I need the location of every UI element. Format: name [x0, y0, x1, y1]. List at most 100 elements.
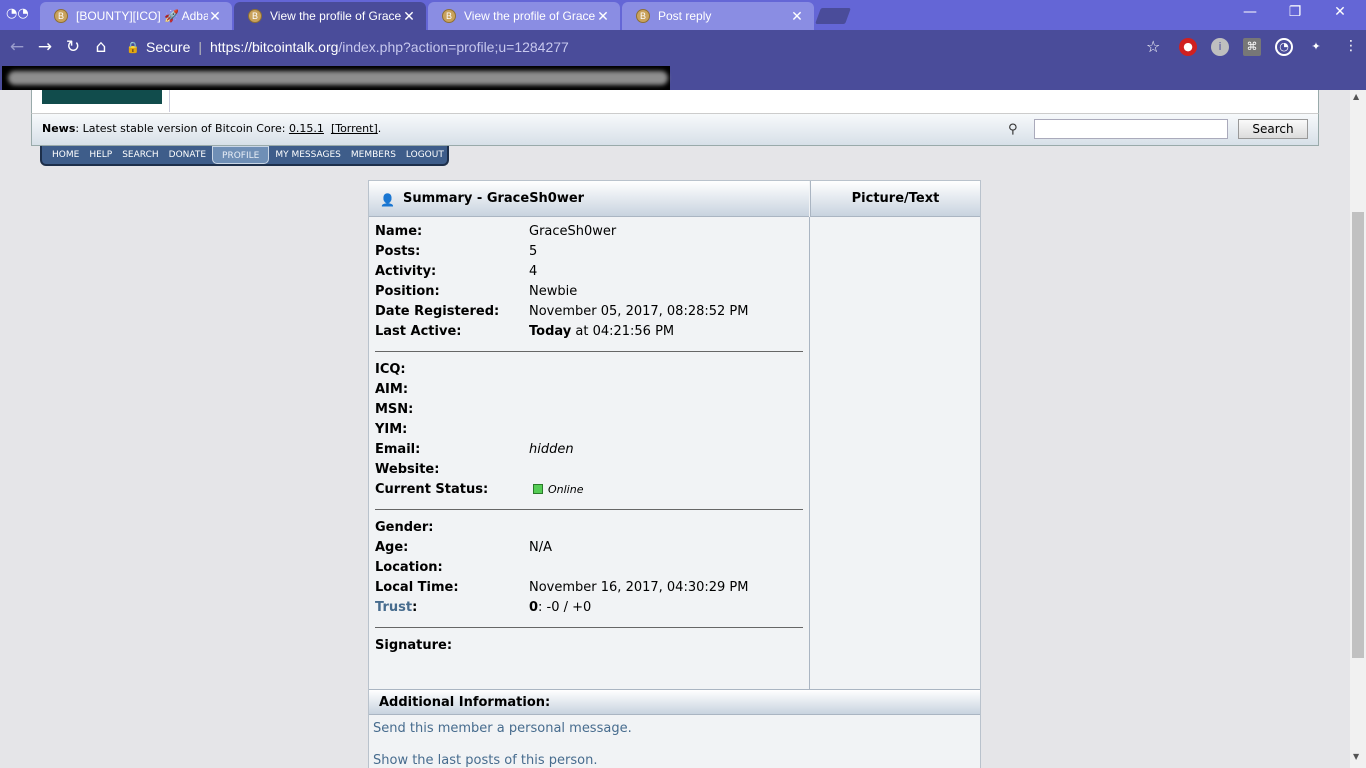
- close-tab-icon[interactable]: ✕: [596, 8, 610, 25]
- back-icon[interactable]: ←: [6, 36, 28, 58]
- incognito-icon: ◔◔: [6, 6, 29, 21]
- menu-members[interactable]: MEMBERS: [346, 150, 401, 160]
- label: MSN:: [375, 402, 414, 417]
- label: Activity:: [375, 264, 437, 279]
- forward-icon[interactable]: →: [34, 36, 56, 58]
- trust-detail: : -0 / +0: [538, 600, 592, 615]
- search-input[interactable]: [1034, 119, 1228, 139]
- menu-logout[interactable]: LOGOUT: [401, 150, 449, 160]
- tab-title: View the profile of Grace: [270, 9, 402, 23]
- magnifier-icon: ⚲: [1008, 122, 1018, 137]
- news-bar: News: Latest stable version of Bitcoin C…: [31, 114, 1319, 146]
- forum-logo[interactable]: [42, 90, 162, 104]
- trust-link[interactable]: Trust: [375, 600, 412, 615]
- show-posts-link[interactable]: Show the last posts of this person.: [373, 753, 597, 768]
- label: Age:: [375, 540, 409, 555]
- close-tab-icon[interactable]: ✕: [208, 8, 222, 25]
- secure-label: Secure: [146, 39, 191, 55]
- user-icon: 👤: [380, 193, 395, 207]
- puzzle-extension-icon[interactable]: ✦: [1307, 38, 1325, 56]
- news-end: .: [377, 122, 382, 135]
- trust-colon: :: [412, 600, 418, 615]
- home-icon[interactable]: ⌂: [90, 36, 112, 58]
- menu-donate[interactable]: DONATE: [164, 150, 211, 160]
- tab-profile-active[interactable]: B View the profile of Grace ✕: [234, 2, 426, 30]
- news-body: : Latest stable version of Bitcoin Core:: [75, 122, 289, 135]
- version-link[interactable]: 0.15.1: [289, 122, 324, 135]
- url-text: https://bitcointalk.org/index.php?action…: [210, 39, 569, 55]
- value: Today at 04:21:56 PM: [529, 322, 674, 342]
- menu-my-messages[interactable]: MY MESSAGES: [270, 150, 346, 160]
- menu-search[interactable]: SEARCH: [117, 150, 163, 160]
- label: Gender:: [375, 520, 434, 535]
- restore-button[interactable]: ❐: [1275, 4, 1315, 24]
- additional-info-header: Additional Information:: [369, 689, 980, 715]
- address-bar[interactable]: 🔒 Secure | https://bitcointalk.org/index…: [118, 34, 1172, 60]
- scroll-thumb[interactable]: [1352, 212, 1364, 658]
- menu-kebab-icon[interactable]: ⋮: [1344, 38, 1358, 54]
- tab-title: [BOUNTY][ICO] 🚀 Adba: [76, 9, 208, 23]
- pdf-extension-icon[interactable]: ⌘: [1243, 38, 1261, 56]
- speed-extension-icon[interactable]: ◔: [1275, 38, 1293, 56]
- scroll-down-icon[interactable]: ▼: [1353, 752, 1359, 761]
- address-separator: |: [198, 39, 202, 55]
- tab-title: Post reply: [658, 9, 712, 23]
- news-label: News: [42, 122, 76, 135]
- status-text: Online: [548, 483, 584, 496]
- bookmarks-bar: [0, 64, 1366, 90]
- column-divider: [809, 217, 810, 689]
- info-extension-icon[interactable]: i: [1211, 38, 1229, 56]
- bitcoin-favicon-icon: B: [54, 9, 68, 23]
- torrent-link[interactable]: [Torrent]: [331, 122, 378, 135]
- label: Local Time:: [375, 580, 459, 595]
- trust-score: 0: [529, 600, 539, 615]
- value: GraceSh0wer: [529, 224, 617, 239]
- lock-icon: 🔒: [126, 41, 140, 54]
- adblock-extension-icon[interactable]: ●: [1179, 38, 1197, 56]
- label: Date Registered:: [375, 304, 500, 319]
- label: YIM:: [375, 422, 408, 437]
- tab-profile[interactable]: B View the profile of Grace ✕: [428, 2, 620, 30]
- bitcoin-favicon-icon: B: [442, 9, 456, 23]
- redacted-bookmarks: [2, 66, 670, 90]
- online-status-icon: [533, 484, 543, 494]
- tab-bounty[interactable]: B [BOUNTY][ICO] 🚀 Adba ✕: [40, 2, 232, 30]
- minimize-button[interactable]: —: [1230, 4, 1270, 24]
- menu-profile[interactable]: PROFILE: [212, 146, 270, 164]
- last-active-time: at 04:21:56 PM: [571, 324, 675, 339]
- send-pm-link[interactable]: Send this member a personal message.: [373, 721, 632, 736]
- menu-home[interactable]: HOME: [47, 150, 84, 160]
- browser-tab-strip: ◔◔ B [BOUNTY][ICO] 🚀 Adba ✕ B View the p…: [0, 0, 1366, 30]
- value: Online: [533, 480, 583, 500]
- page-scrollbar[interactable]: ▲ ▼: [1350, 90, 1366, 768]
- reload-icon[interactable]: ↻: [62, 36, 84, 58]
- tab-post-reply[interactable]: B Post reply ✕: [622, 2, 814, 30]
- value: 4: [529, 264, 538, 279]
- tab-title: View the profile of Grace: [464, 9, 596, 23]
- label: Website:: [375, 462, 440, 477]
- close-window-button[interactable]: ✕: [1320, 4, 1360, 24]
- value: November 05, 2017, 08:28:52 PM: [529, 304, 749, 319]
- scroll-up-icon[interactable]: ▲: [1353, 92, 1359, 101]
- bookmark-star-icon[interactable]: ☆: [1146, 37, 1160, 56]
- close-tab-icon[interactable]: ✕: [402, 8, 416, 25]
- bitcoin-favicon-icon: B: [248, 9, 262, 23]
- label: Email:: [375, 442, 421, 457]
- picture-header: Picture/Text: [810, 181, 980, 217]
- value: Newbie: [529, 284, 578, 299]
- label: Last Active:: [375, 324, 462, 339]
- page-viewport: News: Latest stable version of Bitcoin C…: [0, 90, 1350, 768]
- value: 5: [529, 244, 538, 259]
- label: Posts:: [375, 244, 421, 259]
- new-tab-button[interactable]: [815, 8, 851, 24]
- url-path: /index.php?action=profile;u=1284277: [338, 39, 569, 55]
- menu-help[interactable]: HELP: [84, 150, 117, 160]
- label: ICQ:: [375, 362, 406, 377]
- close-tab-icon[interactable]: ✕: [790, 8, 804, 25]
- search-button[interactable]: Search: [1238, 119, 1308, 139]
- last-active-day: Today: [529, 324, 572, 339]
- summary-title: Summary - GraceSh0wer: [403, 191, 585, 206]
- label: Location:: [375, 560, 443, 575]
- label: Position:: [375, 284, 440, 299]
- logo-frame: [32, 90, 170, 112]
